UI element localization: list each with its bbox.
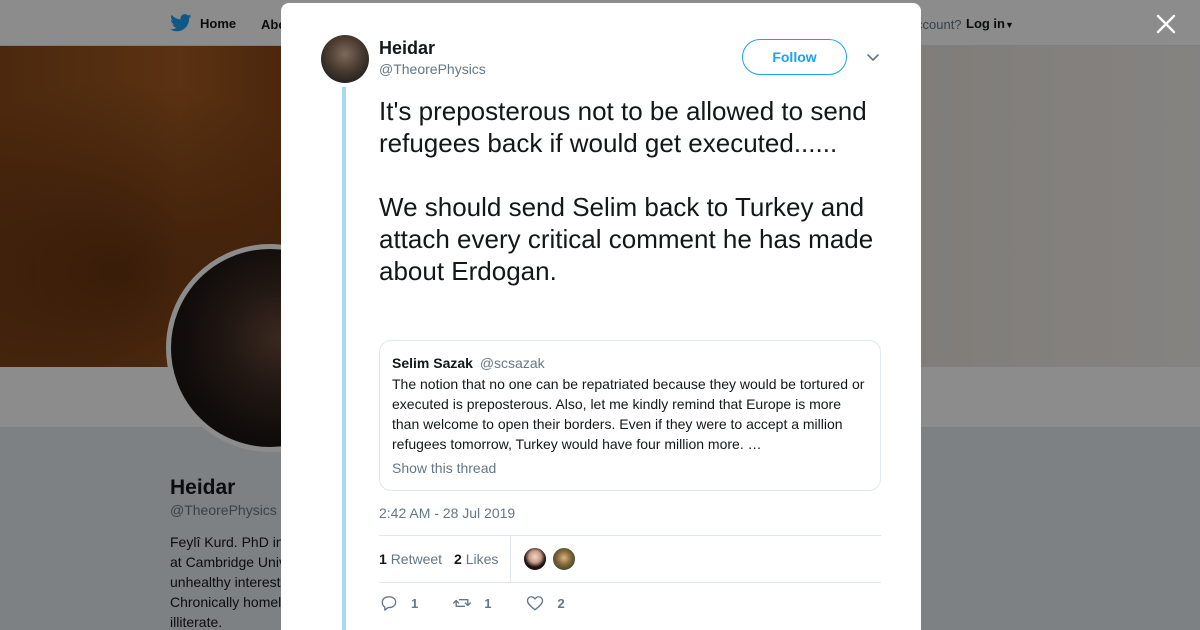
quoted-tweet[interactable]: Selim Sazak @scsazak The notion that no … [379,340,881,491]
likes-stat[interactable]: 2 Likes [454,551,498,567]
chevron-down-icon[interactable] [865,49,881,65]
retweet-stat[interactable]: 1 Retweet [379,551,442,567]
retweet-count: 1 [484,595,492,611]
likes-stat-count: 2 [454,551,462,567]
retweet-icon [453,599,472,607]
retweet-button[interactable]: 1 [452,593,491,613]
author-avatar[interactable] [321,35,369,83]
tweet-paragraph: We should send Selim back to Turkey and … [379,192,874,286]
close-icon[interactable] [1152,10,1180,38]
show-thread-link[interactable]: Show this thread [392,458,496,478]
quoted-author-handle: @scsazak [479,355,545,371]
heart-icon [527,596,544,611]
quoted-tweet-text: The notion that no one can be repatriate… [392,376,865,452]
likes-stat-label: Likes [465,551,499,567]
author-name[interactable]: Heidar [379,38,435,59]
tweet-text: It's preposterous not to be allowed to s… [379,95,889,287]
follow-button[interactable]: Follow [742,39,847,75]
reply-icon [381,596,397,611]
tweet-actions: 1 1 2 [379,593,599,613]
author-handle[interactable]: @TheorePhysics [379,61,486,77]
tweet-stats: 1 Retweet 2 Likes [379,535,881,583]
tweet-modal: Heidar @TheorePhysics Follow It's prepos… [281,3,921,630]
tweet-timestamp[interactable]: 2:42 AM - 28 Jul 2019 [379,505,515,521]
quoted-tweet-header: Selim Sazak @scsazak [392,353,868,373]
reply-count: 1 [411,595,419,611]
like-count: 2 [557,595,565,611]
liker-avatar[interactable] [523,547,548,571]
quoted-author-name: Selim Sazak [392,355,473,371]
retweet-stat-count: 1 [379,551,387,567]
reply-button[interactable]: 1 [379,593,418,613]
retweet-stat-label: Retweet [390,551,443,567]
liker-avatar[interactable] [552,547,577,571]
stats-divider [510,535,512,583]
thread-line [342,87,346,630]
tweet-paragraph: It's preposterous not to be allowed to s… [379,96,867,158]
like-button[interactable]: 2 [525,593,565,613]
